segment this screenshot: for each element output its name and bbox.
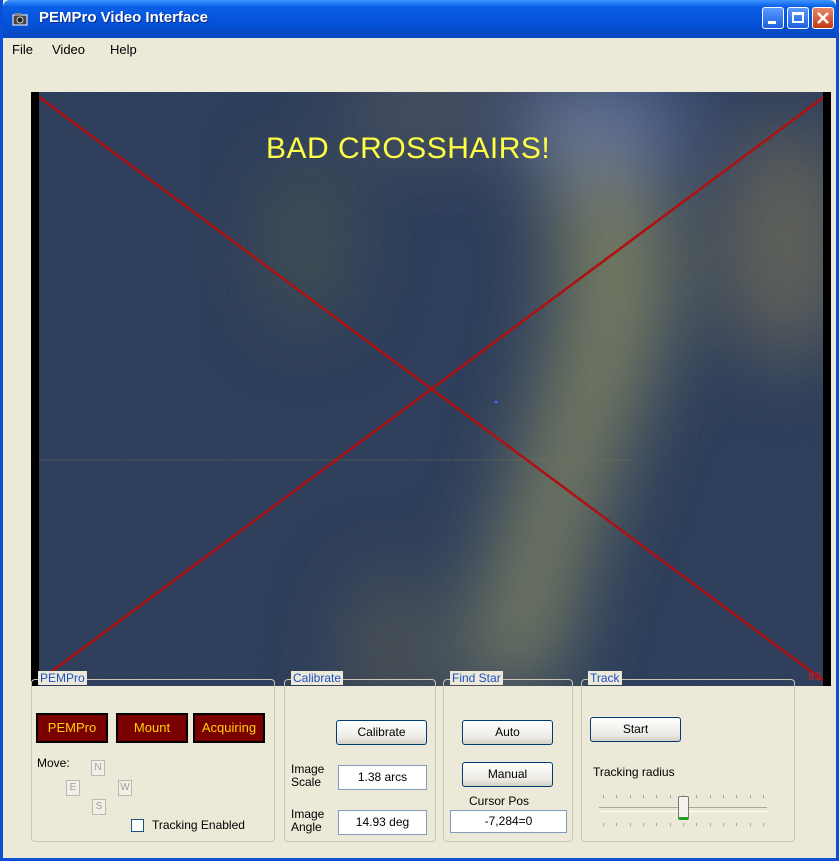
tracking-radius-slider[interactable] bbox=[678, 796, 689, 820]
group-title-track: Track bbox=[588, 671, 622, 685]
slider-tick bbox=[616, 795, 617, 798]
mount-button[interactable]: Mount bbox=[116, 713, 188, 743]
frame-counter: 83 bbox=[808, 672, 821, 684]
group-title-calibrate: Calibrate bbox=[291, 671, 344, 685]
slider-tick bbox=[670, 795, 671, 798]
slider-tick bbox=[656, 795, 657, 798]
menu-file[interactable]: File bbox=[12, 42, 33, 57]
video-frame: 83 bbox=[31, 92, 831, 686]
move-south-button[interactable]: S bbox=[92, 799, 106, 815]
move-north-button[interactable]: N bbox=[91, 760, 105, 776]
camera-icon bbox=[12, 13, 28, 26]
image-scale-field[interactable]: 1.38 arcs bbox=[338, 765, 427, 790]
menu-video[interactable]: Video bbox=[52, 42, 85, 57]
move-east-button[interactable]: E bbox=[66, 780, 80, 796]
auto-button[interactable]: Auto bbox=[462, 720, 553, 745]
close-icon bbox=[817, 12, 829, 24]
slider-tick bbox=[603, 795, 604, 798]
slider-tick bbox=[750, 795, 751, 798]
acquiring-button[interactable]: Acquiring bbox=[193, 713, 265, 743]
minimize-icon bbox=[768, 21, 776, 24]
slider-tick bbox=[750, 823, 751, 826]
slider-tick bbox=[723, 795, 724, 798]
tracking-enabled-checkbox[interactable] bbox=[131, 819, 144, 832]
slider-tick bbox=[736, 823, 737, 826]
slider-tick bbox=[736, 795, 737, 798]
slider-tick bbox=[603, 823, 604, 826]
slider-tick bbox=[723, 823, 724, 826]
image-angle-label: Image Angle bbox=[291, 807, 325, 834]
pempro-button[interactable]: PEMPro bbox=[36, 713, 108, 743]
maximize-icon bbox=[792, 12, 804, 23]
slider-tick bbox=[696, 823, 697, 826]
slider-tick bbox=[643, 823, 644, 826]
image-angle-field[interactable]: 14.93 deg bbox=[338, 810, 427, 835]
image-scale-label: Image Scale bbox=[291, 762, 325, 789]
overlay-text: BAD CROSSHAIRS! bbox=[266, 132, 551, 165]
app-window: PEMPro Video Interface File Video Help 8… bbox=[0, 0, 839, 861]
menu-help[interactable]: Help bbox=[110, 42, 137, 57]
slider-tick bbox=[710, 795, 711, 798]
title-bar[interactable]: PEMPro Video Interface bbox=[3, 0, 836, 38]
cursor-pos-label: Cursor Pos bbox=[469, 794, 530, 808]
slider-tick bbox=[763, 823, 764, 826]
move-west-button[interactable]: W bbox=[118, 780, 132, 796]
start-button[interactable]: Start bbox=[590, 717, 681, 742]
minimize-button[interactable] bbox=[762, 7, 784, 29]
manual-button[interactable]: Manual bbox=[462, 762, 553, 787]
slider-tick bbox=[630, 795, 631, 798]
group-title-find-star: Find Star bbox=[450, 671, 503, 685]
slider-tick bbox=[763, 795, 764, 798]
close-button[interactable] bbox=[812, 7, 834, 29]
menu-bar: File Video Help bbox=[3, 38, 836, 60]
slider-tick bbox=[710, 823, 711, 826]
slider-tick bbox=[696, 795, 697, 798]
tracking-radius-label: Tracking radius bbox=[593, 765, 675, 779]
slider-tick bbox=[670, 823, 671, 826]
calibrate-button[interactable]: Calibrate bbox=[336, 720, 427, 745]
group-title-pempro: PEMPro bbox=[38, 671, 87, 685]
slider-tick bbox=[643, 795, 644, 798]
slider-tick bbox=[656, 823, 657, 826]
video-display[interactable]: 83 BAD CROSSHAIRS! bbox=[31, 92, 831, 686]
slider-tick bbox=[616, 823, 617, 826]
maximize-button[interactable] bbox=[787, 7, 809, 29]
slider-tick bbox=[683, 823, 684, 826]
cursor-pos-field: -7,284=0 bbox=[450, 810, 567, 833]
window-title: PEMPro Video Interface bbox=[39, 9, 208, 26]
move-label: Move: bbox=[37, 756, 70, 770]
slider-tick bbox=[630, 823, 631, 826]
tracking-enabled-label: Tracking Enabled bbox=[152, 818, 245, 832]
